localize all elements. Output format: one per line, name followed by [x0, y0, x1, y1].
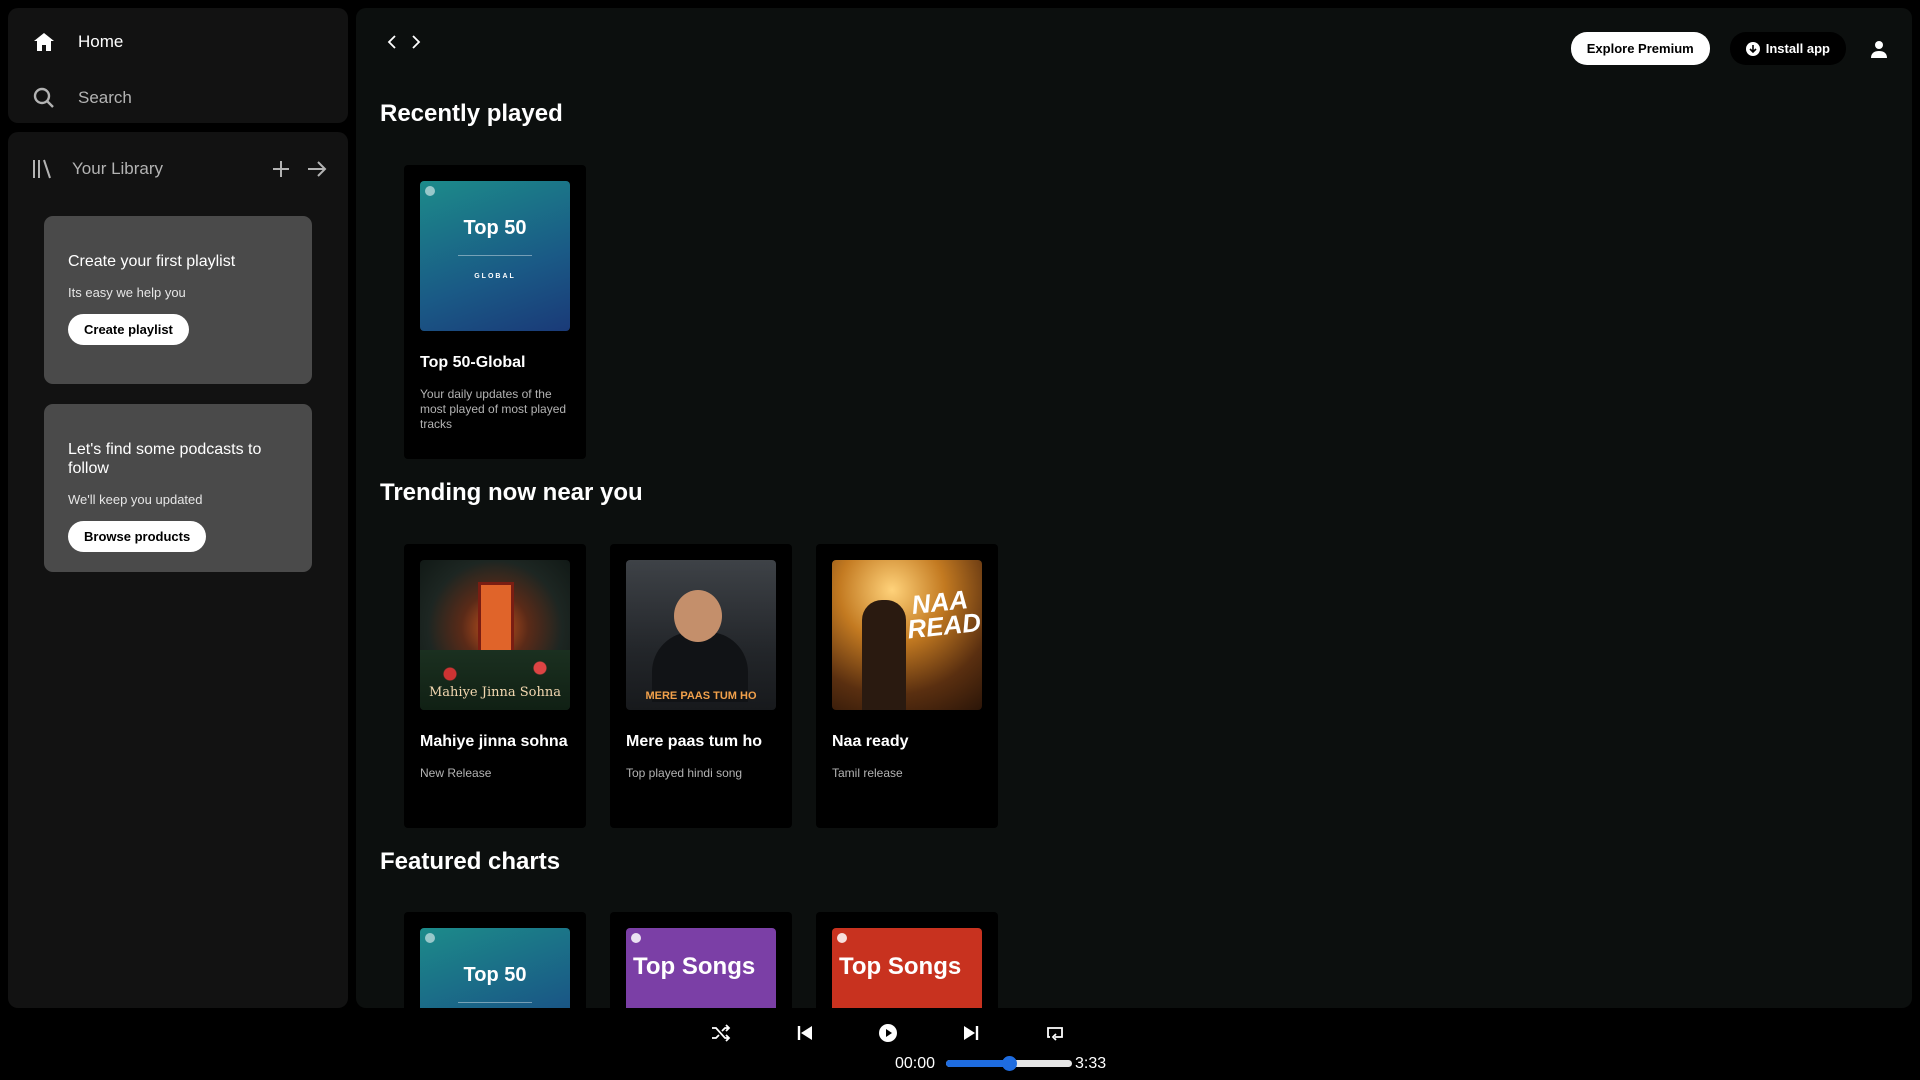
spotify-icon — [425, 933, 435, 943]
card-mahiye-jinna-sohna[interactable]: Mahiye Jinna Sohna Mahiye jinna sohna Ne… — [404, 544, 586, 828]
podcasts-card: Let's find some podcasts to follow We'll… — [44, 404, 312, 572]
header-actions: Explore Premium Install app — [1570, 32, 1892, 65]
install-app-button[interactable]: Install app — [1729, 32, 1846, 65]
next-icon[interactable] — [960, 1022, 982, 1044]
create-playlist-title: Create your first playlist — [68, 253, 236, 270]
card-description: Top played hindi song — [626, 766, 743, 780]
library-title[interactable]: Your Library — [72, 159, 163, 179]
top-songs-cover: Top Songs — [832, 928, 982, 1008]
create-playlist-subtitle: Its easy we help you — [68, 285, 186, 300]
user-icon[interactable] — [1866, 36, 1892, 62]
add-icon[interactable] — [268, 156, 294, 182]
top50-cover: Top 50 GLOBAL — [420, 181, 570, 331]
card-featured-top-songs-1[interactable]: Top Songs — [610, 912, 792, 1008]
card-description: New Release — [420, 766, 492, 780]
install-app-label: Install app — [1765, 41, 1830, 56]
cover-text: Top 50 — [463, 964, 527, 986]
top50-cover: Top 50 — [420, 928, 570, 1008]
shuffle-icon[interactable] — [710, 1022, 732, 1044]
create-playlist-button[interactable]: Create playlist — [68, 314, 189, 345]
nav-home[interactable]: Home — [32, 30, 123, 54]
podcasts-title: Let's find some podcasts to follow — [68, 441, 262, 477]
current-time: 00:00 — [895, 1055, 936, 1072]
trending-title: Trending now near you — [380, 479, 643, 506]
card-naa-ready[interactable]: NAA READY Naa ready Tamil release — [816, 544, 998, 828]
chevron-left-icon[interactable] — [382, 32, 402, 52]
card-featured-top-songs-2[interactable]: Top Songs — [816, 912, 998, 1008]
progress-fill — [946, 1060, 1009, 1067]
cover-text: Top 50 — [463, 217, 527, 239]
nav-search[interactable]: Search — [32, 86, 132, 110]
recently-played-title: Recently played — [380, 100, 563, 127]
cover-text: Top Songs — [633, 953, 756, 980]
library-icon[interactable] — [30, 157, 54, 181]
player-bar: 00:00 3:33 — [0, 1008, 1920, 1080]
play-icon[interactable] — [877, 1022, 899, 1044]
cover-text: Top Songs — [839, 953, 962, 980]
featured-charts-title: Featured charts — [380, 848, 561, 875]
search-icon — [33, 87, 54, 108]
nav-search-label: Search — [78, 88, 132, 107]
card-title: Mere paas tum ho — [626, 733, 763, 750]
cover-text: Mahiye Jinna Sohna — [429, 685, 561, 700]
history-nav — [382, 32, 426, 52]
spotify-icon — [631, 933, 641, 943]
nav-panel: Home Search — [8, 8, 348, 123]
create-playlist-card: Create your first playlist Its easy we h… — [44, 216, 312, 384]
card-description: Your daily updates of the most played of… — [420, 387, 567, 431]
podcasts-subtitle: We'll keep you updated — [68, 492, 203, 507]
main-panel: Explore Premium Install app Recently pla… — [356, 8, 1912, 1008]
progress-slider[interactable] — [946, 1056, 1072, 1071]
home-icon — [34, 33, 54, 51]
library-header: Your Library — [30, 152, 330, 186]
previous-icon[interactable] — [794, 1022, 816, 1044]
total-time: 3:33 — [1075, 1055, 1107, 1072]
mahiye-cover: Mahiye Jinna Sohna — [420, 560, 570, 710]
nav-home-label: Home — [78, 32, 124, 51]
card-title: Top 50-Global — [420, 354, 526, 371]
top-songs-cover: Top Songs — [626, 928, 776, 1008]
repeat-icon[interactable] — [1044, 1022, 1066, 1044]
spotify-icon — [425, 186, 435, 196]
progress-handle[interactable] — [1002, 1056, 1017, 1071]
chevron-right-icon[interactable] — [406, 32, 426, 52]
card-featured-top50[interactable]: Top 50 — [404, 912, 586, 1008]
explore-premium-button[interactable]: Explore Premium — [1570, 32, 1710, 65]
cover-text: NAA READY — [905, 584, 982, 645]
spotify-icon — [837, 933, 847, 943]
card-title: Mahiye jinna sohna — [420, 733, 568, 750]
cover-text: MERE PAAS TUM HO — [645, 690, 757, 702]
card-description: Tamil release — [832, 766, 903, 780]
card-top50-global[interactable]: Top 50 GLOBAL Top 50-Global Your daily u… — [404, 165, 586, 459]
naa-ready-cover: NAA READY — [832, 560, 982, 710]
download-icon — [1745, 41, 1760, 56]
arrow-right-icon[interactable] — [304, 156, 330, 182]
library-panel: Your Library Create your first playlist … — [8, 132, 348, 1008]
cover-subtext: GLOBAL — [474, 273, 516, 280]
mere-paas-cover: MERE PAAS TUM HO — [626, 560, 776, 710]
browse-products-button[interactable]: Browse products — [68, 521, 207, 552]
card-title: Naa ready — [832, 733, 909, 750]
card-mere-paas-tum-ho[interactable]: MERE PAAS TUM HO Mere paas tum ho Top pl… — [610, 544, 792, 828]
